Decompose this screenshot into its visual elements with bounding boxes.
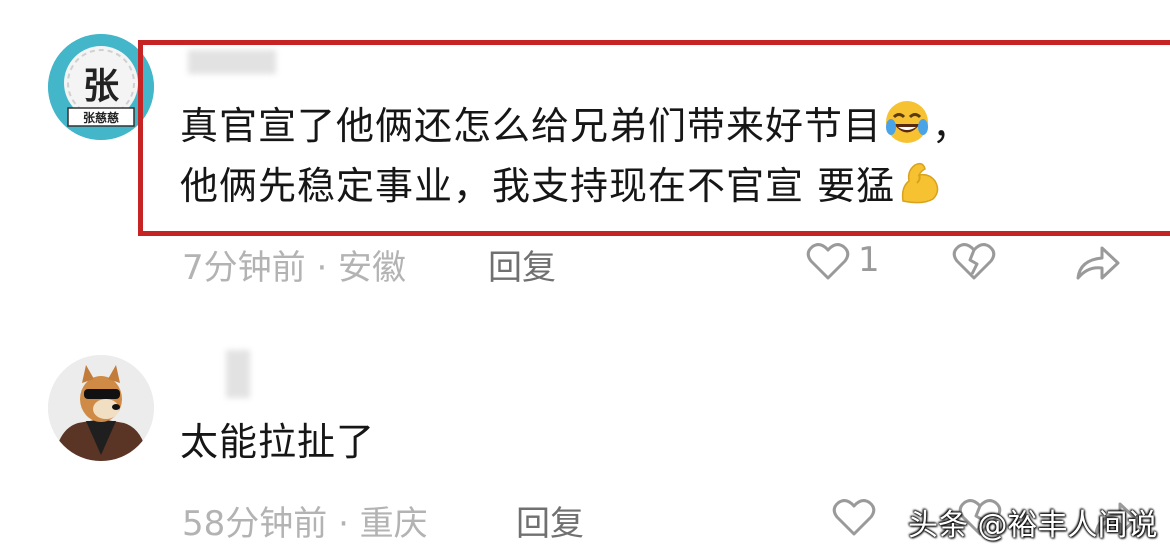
- comment-line: 太能拉扯了: [180, 420, 376, 464]
- reply-button[interactable]: 回复: [516, 496, 584, 545]
- comment-line: 他俩先稳定事业，我支持现在不官宣 要猛: [180, 164, 896, 208]
- comment-text: 真官宣了他俩还怎么给兄弟们带来好节目 ， 他俩先稳定事业，我支持现在不官宣 要猛: [180, 96, 971, 216]
- avatar-caption: 张慈慈: [83, 110, 119, 125]
- heart-icon[interactable]: [832, 498, 876, 542]
- comment-line-tail: ，: [932, 104, 972, 148]
- broken-heart-icon[interactable]: [952, 242, 996, 286]
- avatar[interactable]: [48, 355, 154, 461]
- share-icon[interactable]: [1074, 244, 1122, 286]
- comment-line: 真官宣了他俩还怎么给兄弟们带来好节目: [180, 104, 883, 148]
- comment-meta: 58分钟前 · 重庆: [182, 504, 428, 544]
- like-count: 1: [858, 240, 880, 280]
- comment-text: 太能拉扯了: [180, 412, 375, 472]
- heart-icon[interactable]: [806, 242, 850, 286]
- comment-meta: 7分钟前 · 安徽: [182, 248, 407, 288]
- flexed-biceps-emoji-icon: [895, 157, 945, 207]
- reply-button[interactable]: 回复: [488, 240, 556, 289]
- watermark: 头条 @裕丰人间说: [908, 508, 1158, 543]
- username-blurred: [226, 350, 250, 398]
- rolling-laughing-emoji-icon: [882, 97, 932, 147]
- avatar-logo-glyph: 张: [83, 65, 119, 107]
